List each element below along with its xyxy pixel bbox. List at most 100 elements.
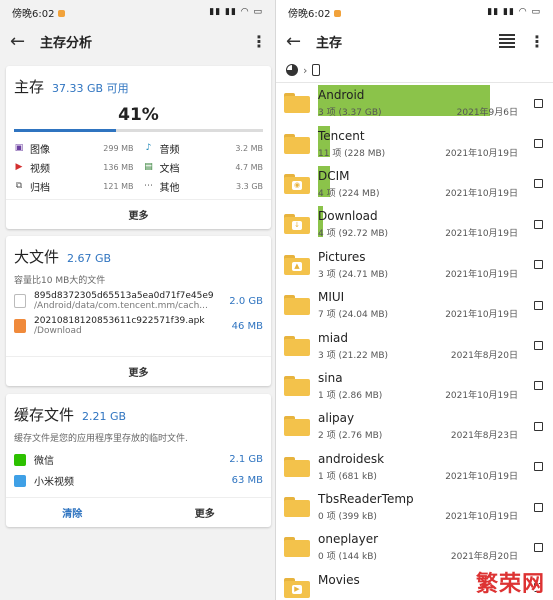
- category-label: 归档: [30, 182, 50, 194]
- folder-name: Download: [318, 209, 378, 224]
- category-label: 视频: [30, 163, 50, 175]
- bigfiles-more-button[interactable]: 更多: [6, 356, 271, 386]
- category-label: 文档: [159, 163, 180, 175]
- storage-pie-icon[interactable]: [286, 64, 298, 76]
- select-checkbox[interactable]: [534, 542, 543, 552]
- list-view-icon[interactable]: [499, 34, 515, 48]
- category-item[interactable]: ♪ 音频 3.2 MB: [144, 139, 263, 157]
- folder-info: 2 项 (2.76 MB): [318, 431, 383, 442]
- category-item[interactable]: ⧉ 归档 121 MB: [14, 177, 134, 195]
- folder-row[interactable]: ◉ DCIM 4 项 (224 MB) 2021年10月19日: [276, 164, 553, 204]
- file-size: 2.0 GB: [229, 295, 263, 307]
- bigfile-item[interactable]: 20210818120853611c922571f39.apk /Downloa…: [6, 311, 271, 336]
- cache-app-item[interactable]: 小米视频 63 MB: [6, 469, 271, 490]
- picture-icon: ▲: [292, 261, 302, 271]
- folder-info: 0 项 (399 kB): [318, 512, 377, 523]
- folder-icon: [284, 537, 310, 558]
- select-checkbox[interactable]: [534, 139, 543, 149]
- file-name: 895d8372305d65513a5ea0d71f7e45e9: [34, 291, 214, 301]
- category-size: 4.7 MB: [235, 162, 263, 172]
- select-checkbox[interactable]: [534, 341, 543, 351]
- file-size: 46 MB: [231, 320, 263, 332]
- folder-date: 2021年10月19日: [445, 512, 518, 523]
- folder-row[interactable]: Android 3 项 (3.37 GB) 2021年9月6日: [276, 83, 553, 123]
- folder-row[interactable]: TbsReaderTemp 0 项 (399 kB) 2021年10月19日: [276, 487, 553, 527]
- bigfile-item[interactable]: 895d8372305d65513a5ea0d71f7e45e9 /Androi…: [6, 286, 271, 311]
- mi-video-icon: [14, 474, 26, 487]
- file-path: /Android/data/com.tencent.mm/cach...: [34, 301, 208, 311]
- image-icon: ▣: [14, 143, 24, 153]
- app-bar: ← 主存 ⋮: [276, 24, 553, 58]
- category-size: 3.3 GB: [236, 181, 263, 191]
- category-item[interactable]: ▣ 图像 299 MB: [14, 139, 134, 157]
- folder-name: Movies: [318, 572, 360, 587]
- page-title: 主存分析: [40, 35, 93, 51]
- folder-name: androidesk: [318, 451, 385, 466]
- select-checkbox[interactable]: [534, 219, 543, 229]
- apk-icon: [14, 319, 26, 333]
- category-item[interactable]: ▤ 文档 4.7 MB: [144, 158, 263, 176]
- cache-app-item[interactable]: 微信 2.1 GB: [6, 448, 271, 469]
- folder-name: Android: [318, 88, 365, 103]
- folder-row[interactable]: ▲ Pictures 3 项 (24.71 MB) 2021年10月19日: [276, 245, 553, 285]
- select-checkbox[interactable]: [534, 179, 543, 189]
- folder-row[interactable]: alipay 2 项 (2.76 MB) 2021年8月23日: [276, 406, 553, 446]
- folder-row[interactable]: Tencent 11 项 (228 MB) 2021年10月19日: [276, 123, 553, 163]
- folder-info: 1 项 (681 kB): [318, 471, 377, 482]
- bigfiles-size: 2.67 GB: [67, 252, 112, 265]
- folder-row[interactable]: MIUI 7 项 (24.04 MB) 2021年10月19日: [276, 285, 553, 325]
- folder-row[interactable]: androidesk 1 项 (681 kB) 2021年10月19日: [276, 447, 553, 487]
- overflow-menu-icon[interactable]: ⋮: [529, 32, 545, 51]
- clear-cache-button[interactable]: 清除: [6, 505, 139, 520]
- other-dots-icon: ⋯: [144, 181, 153, 191]
- back-arrow-icon[interactable]: ←: [286, 31, 316, 52]
- phone-icon[interactable]: [312, 64, 321, 76]
- select-checkbox[interactable]: [534, 260, 543, 270]
- notification-icon: [334, 10, 342, 17]
- category-label: 其他: [159, 182, 180, 194]
- cache-card: 缓存文件 2.21 GB 缓存文件是您的应用程序里存放的临时文件. 微信 2.1…: [6, 394, 271, 527]
- folder-icon: [284, 133, 310, 154]
- select-checkbox[interactable]: [534, 98, 543, 108]
- app-cache-size: 63 MB: [231, 475, 263, 486]
- select-checkbox[interactable]: [534, 502, 543, 512]
- storage-heading: 主存: [14, 78, 45, 96]
- folder-info: 4 项 (92.72 MB): [318, 229, 389, 240]
- folder-row[interactable]: sina 1 项 (2.86 MB) 2021年10月19日: [276, 366, 553, 406]
- category-item[interactable]: ⋯ 其他 3.3 GB: [144, 177, 263, 195]
- video-play-icon: ▶: [15, 162, 23, 172]
- folder-icon: [284, 375, 310, 396]
- folder-date: 2021年10月19日: [445, 269, 518, 280]
- folder-name: TbsReaderTemp: [318, 492, 414, 507]
- folder-icon: [284, 295, 310, 316]
- select-checkbox[interactable]: [534, 300, 543, 310]
- app-cache-size: 2.1 GB: [229, 454, 263, 465]
- folder-info: 11 项 (228 MB): [318, 148, 386, 159]
- folder-row[interactable]: ↓ Download 4 项 (92.72 MB) 2021年10月19日: [276, 204, 553, 244]
- folder-info: 7 项 (24.04 MB): [318, 310, 389, 321]
- select-checkbox[interactable]: [534, 381, 543, 391]
- notification-icon: [58, 10, 66, 17]
- folder-date: 2021年8月20日: [450, 350, 518, 361]
- app-name: 小米视频: [34, 477, 74, 488]
- folder-row[interactable]: miad 3 项 (21.22 MB) 2021年8月20日: [276, 325, 553, 365]
- cache-more-button[interactable]: 更多: [139, 505, 272, 520]
- folder-name: MIUI: [318, 290, 345, 305]
- page-title: 主存: [316, 35, 343, 51]
- folder-name: DCIM: [318, 168, 350, 183]
- music-note-icon: ♪: [145, 143, 152, 153]
- storage-more-button[interactable]: 更多: [6, 199, 271, 229]
- overflow-menu-icon[interactable]: ⋮: [251, 32, 267, 51]
- file-browser-pane: 傍晚6:02 ▮▮ ▮▮ ◠ ▭ ← 主存 ⋮ › Android 3 项 (3.…: [276, 0, 553, 600]
- category-item[interactable]: ▶ 视频 136 MB: [14, 158, 134, 176]
- wechat-icon: [14, 453, 26, 466]
- download-icon: ↓: [292, 221, 302, 231]
- back-arrow-icon[interactable]: ←: [10, 31, 40, 52]
- select-checkbox[interactable]: [534, 462, 543, 472]
- folder-date: 2021年8月20日: [450, 552, 518, 563]
- folder-date: 2021年10月19日: [445, 310, 518, 321]
- select-checkbox[interactable]: [534, 421, 543, 431]
- status-time: 傍晚6:02: [288, 8, 331, 20]
- category-size: 136 MB: [103, 162, 134, 172]
- folder-row[interactable]: oneplayer 0 项 (144 kB) 2021年8月20日: [276, 527, 553, 567]
